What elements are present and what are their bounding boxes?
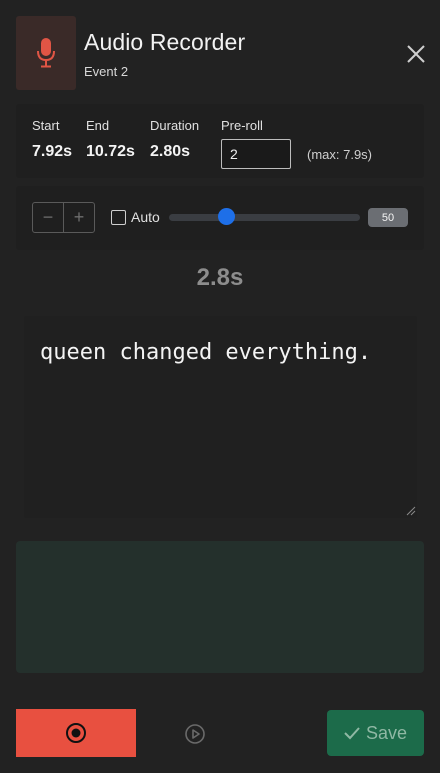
level-slider-thumb[interactable] xyxy=(217,208,235,225)
check-icon xyxy=(344,727,360,740)
gain-stepper: − + xyxy=(32,202,95,233)
close-button[interactable] xyxy=(402,40,430,68)
event-subtitle: Event 2 xyxy=(84,64,129,79)
close-icon xyxy=(407,45,425,63)
stats-card xyxy=(16,104,424,178)
preroll-max-hint: (max: 7.9s) xyxy=(307,147,373,162)
start-label: Start xyxy=(32,118,60,133)
waveform-area[interactable] xyxy=(16,541,424,673)
level-slider-track[interactable] xyxy=(169,214,360,221)
record-icon xyxy=(66,723,86,743)
preroll-label: Pre-roll xyxy=(221,118,263,133)
page-title: Audio Recorder xyxy=(84,29,246,55)
auto-checkbox[interactable] xyxy=(111,210,126,225)
microphone-icon xyxy=(37,38,55,68)
end-value: 10.72s xyxy=(86,143,135,160)
increment-button[interactable]: + xyxy=(64,203,94,232)
duration-display: 2.8s xyxy=(196,264,244,291)
auto-label: Auto xyxy=(131,209,160,225)
decrement-button[interactable]: − xyxy=(33,203,63,232)
transcript-text: queen changed everything. xyxy=(40,340,372,365)
play-button[interactable] xyxy=(182,722,208,746)
record-button[interactable] xyxy=(16,709,136,757)
app-icon-tile xyxy=(16,16,76,90)
save-label: Save xyxy=(365,722,408,743)
duration-label: Duration xyxy=(150,118,200,133)
end-label: End xyxy=(86,118,110,133)
slider-value-badge: 50 xyxy=(368,208,408,227)
resize-grip-icon[interactable] xyxy=(406,506,416,516)
recorder-panel: Audio Recorder Event 2 Start 7.92s End 1… xyxy=(0,0,440,773)
play-circle-icon xyxy=(185,724,205,744)
preroll-input[interactable] xyxy=(221,139,291,169)
duration-value: 2.80s xyxy=(150,143,191,160)
save-button[interactable]: Save xyxy=(327,710,424,756)
start-value: 7.92s xyxy=(32,143,73,160)
